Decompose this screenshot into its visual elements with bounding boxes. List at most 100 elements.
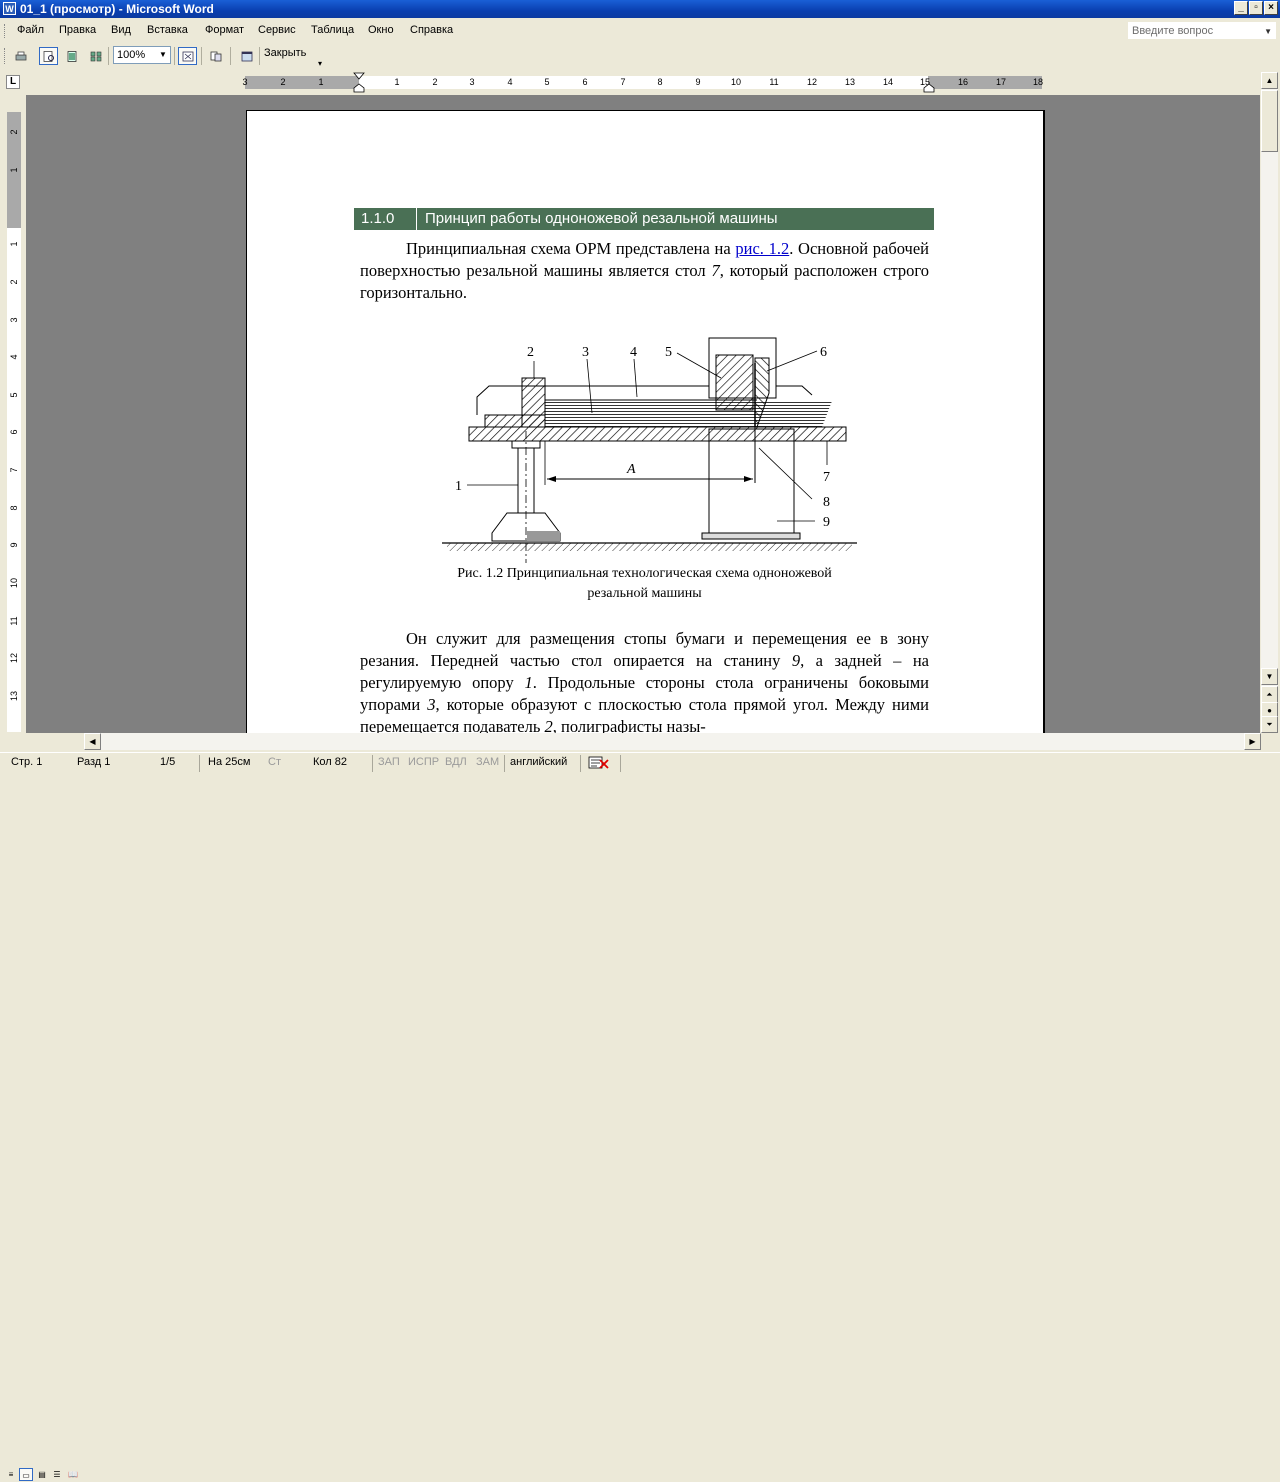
normal-view-button[interactable]: ≡ — [4, 1468, 18, 1481]
spelling-status-icon[interactable] — [588, 756, 610, 770]
close-preview-button[interactable]: Закрыть — [264, 47, 306, 59]
chevron-down-icon[interactable]: ▼ — [157, 48, 169, 62]
one-page-button[interactable] — [62, 47, 81, 65]
vertical-ruler[interactable]: 2 1 1 2 3 4 5 6 7 8 9 10 11 12 13 — [7, 112, 21, 732]
label-7: 7 — [823, 470, 830, 485]
status-track-changes[interactable]: ИСПР — [408, 756, 439, 768]
leader-4 — [633, 358, 638, 398]
status-page[interactable]: Стр. 1 — [11, 756, 42, 768]
status-section[interactable]: Разд 1 — [77, 756, 110, 768]
ruler-left-margin — [245, 76, 359, 89]
vruler-tick: 8 — [9, 505, 19, 511]
restore-button[interactable]: ▫ — [1249, 1, 1263, 15]
heading-text: Принцип работы одноножевой резальной маш… — [425, 210, 778, 227]
ruler-icon — [182, 51, 193, 61]
scroll-right-button[interactable]: ▶ — [1244, 733, 1261, 750]
p2-ref-3: 3 — [427, 695, 436, 714]
tab-selector[interactable]: L — [6, 75, 20, 89]
vruler-tick: 3 — [9, 317, 19, 323]
document-area[interactable]: 1.1.0 Принцип работы одноножевой резальн… — [26, 95, 1260, 733]
outline-view-button[interactable]: ☰ — [50, 1468, 64, 1481]
web-layout-view-button[interactable]: ▭ — [19, 1468, 33, 1481]
vruler-tick: 13 — [9, 691, 19, 702]
menu-help[interactable]: Справка — [410, 24, 453, 36]
vertical-scrollbar[interactable]: ▲ ▼ ⏶ ● ⏷ — [1261, 72, 1278, 733]
multiple-pages-icon — [90, 51, 101, 61]
chevron-down-icon[interactable]: ▼ — [1264, 23, 1272, 40]
status-extend[interactable]: ВДЛ — [445, 756, 467, 768]
shrink-to-fit-button[interactable] — [206, 47, 225, 65]
status-line[interactable]: Ст — [268, 756, 281, 768]
zoom-value: 100% — [117, 49, 146, 61]
label-2: 2 — [527, 345, 534, 360]
previous-page-button[interactable]: ⏶ — [1261, 686, 1278, 703]
p1-ref-number: 7 — [711, 261, 720, 280]
scroll-left-button[interactable]: ◀ — [84, 733, 101, 750]
ruler-tick: 4 — [507, 77, 513, 87]
section-heading: 1.1.0 Принцип работы одноножевой резальн… — [354, 208, 934, 230]
label-9: 9 — [823, 515, 830, 530]
first-line-indent-marker[interactable] — [353, 72, 365, 93]
window-title: 01_1 (просмотр) - Microsoft Word — [20, 2, 214, 16]
menu-file[interactable]: Файл — [17, 24, 44, 36]
horizontal-ruler[interactable]: 3 2 1 1 2 3 4 5 6 7 8 9 10 11 12 13 14 1… — [242, 72, 1043, 93]
menu-view[interactable]: Вид — [111, 24, 131, 36]
word-app-icon[interactable]: W — [3, 2, 16, 15]
ruler-tick: 16 — [958, 77, 969, 87]
view-ruler-button[interactable] — [178, 47, 197, 65]
magnifier-button[interactable] — [39, 47, 58, 65]
print-button[interactable] — [11, 47, 30, 65]
zoom-combo[interactable]: 100% ▼ — [113, 46, 171, 64]
next-page-button[interactable]: ⏷ — [1261, 716, 1278, 733]
minimize-button[interactable]: _ — [1234, 1, 1248, 15]
scroll-down-button[interactable]: ▼ — [1261, 668, 1278, 685]
print-layout-view-button[interactable]: ▤ — [35, 1468, 49, 1481]
ruler-tick: 9 — [695, 77, 701, 87]
vruler-tick: 7 — [9, 467, 19, 473]
status-column[interactable]: Кол 82 — [313, 756, 347, 768]
status-separator — [620, 755, 621, 772]
toolbar-grip[interactable] — [4, 48, 8, 64]
figure-link[interactable]: рис. 1.2 — [735, 239, 789, 258]
multiple-pages-button[interactable] — [86, 47, 105, 65]
full-screen-button[interactable] — [237, 47, 256, 65]
menu-table[interactable]: Таблица — [311, 24, 354, 36]
menu-tools[interactable]: Сервис — [258, 24, 296, 36]
vruler-tick: 9 — [9, 542, 19, 548]
shrink-page-icon — [210, 51, 221, 61]
menu-window[interactable]: Окно — [368, 24, 394, 36]
ruler-tick: 2 — [432, 77, 438, 87]
status-pages[interactable]: 1/5 — [160, 756, 175, 768]
document-page[interactable]: 1.1.0 Принцип работы одноножевой резальн… — [246, 110, 1045, 733]
ask-question-input[interactable]: Введите вопрос ▼ — [1128, 22, 1276, 39]
ruler-tick: 7 — [620, 77, 626, 87]
toolbar-options-icon[interactable]: ▾ — [318, 47, 328, 68]
one-page-icon — [67, 50, 76, 62]
close-window-button[interactable]: × — [1264, 1, 1278, 15]
horizontal-scrollbar[interactable]: ◀ ▶ — [84, 733, 1261, 750]
ruler-tick: 6 — [582, 77, 588, 87]
menu-edit[interactable]: Правка — [59, 24, 96, 36]
label-5: 5 — [665, 345, 672, 360]
label-3: 3 — [582, 345, 589, 360]
title-bar: W 01_1 (просмотр) - Microsoft Word _ ▫ × — [0, 0, 1280, 18]
ruler-tick: 1 — [318, 77, 324, 87]
status-language[interactable]: английский — [510, 756, 567, 768]
ruler-tick: 10 — [731, 77, 742, 87]
reading-layout-view-button[interactable]: 📖 — [66, 1468, 80, 1481]
dim-arrow-left — [547, 476, 556, 482]
cutting-machine-diagram: 1 2 3 4 5 6 7 8 9 A — [442, 337, 857, 563]
menu-insert[interactable]: Вставка — [147, 24, 188, 36]
menubar-grip[interactable] — [4, 24, 8, 38]
status-overtype[interactable]: ЗАМ — [476, 756, 499, 768]
vertical-scroll-thumb[interactable] — [1261, 90, 1278, 152]
label-1: 1 — [455, 479, 462, 494]
paragraph-2: Он служит для размещения стопы бумаги и … — [360, 628, 929, 733]
menu-format[interactable]: Формат — [205, 24, 244, 36]
printer-icon — [15, 51, 26, 60]
status-record[interactable]: ЗАП — [378, 756, 400, 768]
status-at[interactable]: На 25см — [208, 756, 250, 768]
frame-9 — [708, 428, 795, 534]
scroll-up-button[interactable]: ▲ — [1261, 72, 1278, 89]
right-indent-marker[interactable] — [923, 79, 935, 93]
